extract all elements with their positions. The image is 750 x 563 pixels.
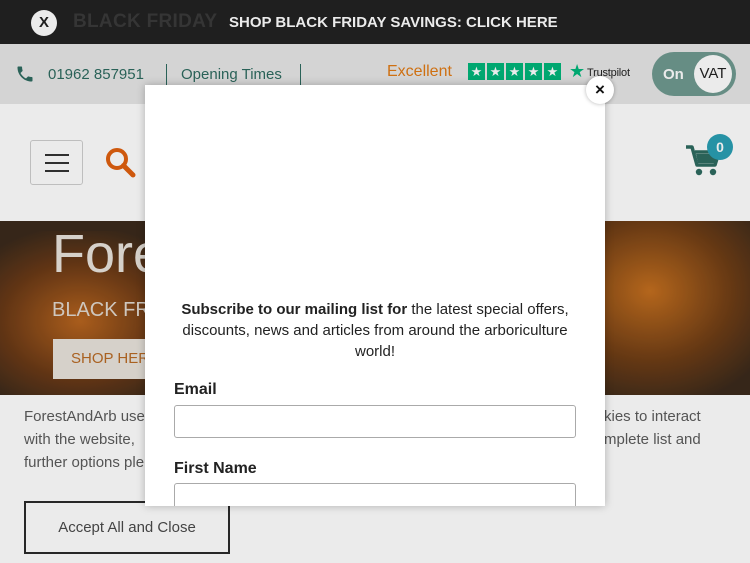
email-label: Email xyxy=(174,381,217,398)
first-name-field[interactable] xyxy=(174,483,576,506)
newsletter-intro: Subscribe to our mailing list for the la… xyxy=(175,299,575,362)
newsletter-modal: Subscribe to our mailing list for the la… xyxy=(145,85,605,506)
first-name-label: First Name xyxy=(174,460,257,477)
email-field[interactable] xyxy=(174,405,576,438)
modal-close-button[interactable]: × xyxy=(586,76,614,104)
newsletter-intro-bold: Subscribe to our mailing list for xyxy=(181,301,408,318)
